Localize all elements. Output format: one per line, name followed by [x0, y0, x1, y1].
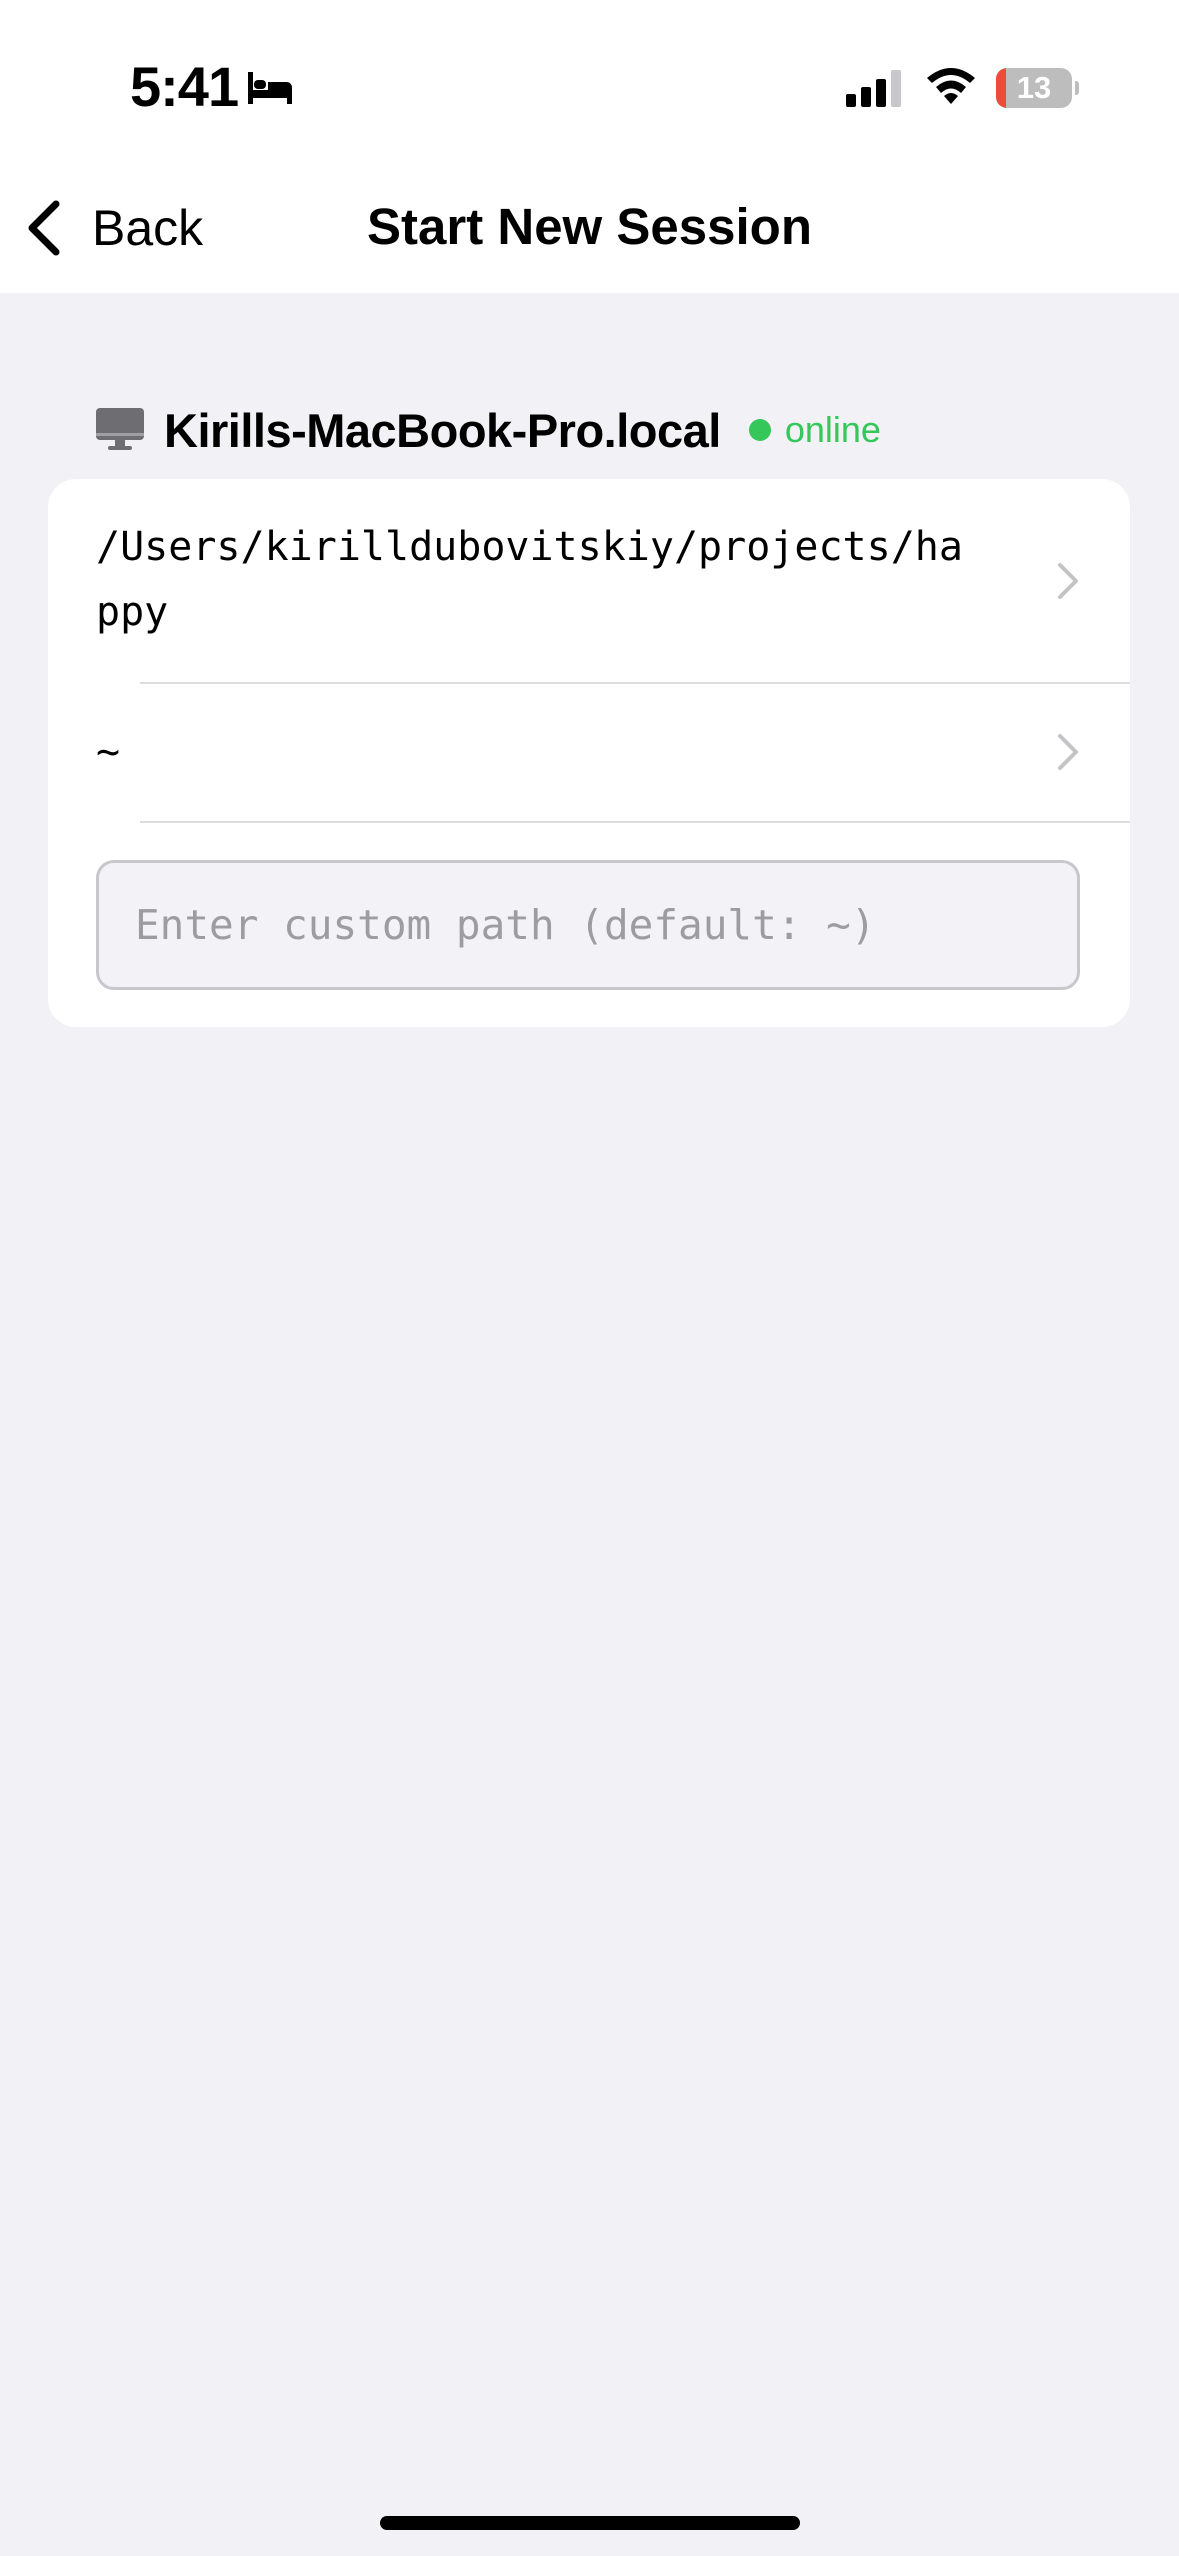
status-bar-time: 5:41	[130, 55, 239, 118]
machine-header: Kirills-MacBook-Pro.local online	[96, 398, 881, 462]
wifi-icon	[927, 68, 975, 104]
machine-status: online	[784, 409, 881, 450]
home-indicator[interactable]	[380, 2516, 800, 2530]
path-option-label: /Users/kirilldubovitskiy/projects/happy	[96, 524, 963, 635]
path-option[interactable]: /Users/kirilldubovitskiy/projects/happy	[48, 479, 1130, 683]
machine-name: Kirills-MacBook-Pro.local	[164, 403, 721, 457]
path-option[interactable]: ~	[48, 684, 1130, 821]
page-title: Start New Session	[367, 198, 812, 255]
cellular-signal-icon	[846, 70, 901, 107]
online-status-dot	[748, 419, 771, 441]
row-divider	[140, 821, 1130, 823]
desktop-computer-icon	[96, 408, 144, 450]
custom-path-input[interactable]	[96, 860, 1080, 990]
battery-indicator: 13	[996, 68, 1079, 108]
chevron-right-icon	[1058, 563, 1078, 599]
path-option-label: ~	[96, 729, 121, 775]
battery-level: 13	[1016, 70, 1052, 105]
bed-icon	[248, 72, 292, 104]
path-list-card: /Users/kirilldubovitskiy/projects/happy …	[48, 479, 1130, 1027]
chevron-right-icon	[1058, 734, 1078, 770]
